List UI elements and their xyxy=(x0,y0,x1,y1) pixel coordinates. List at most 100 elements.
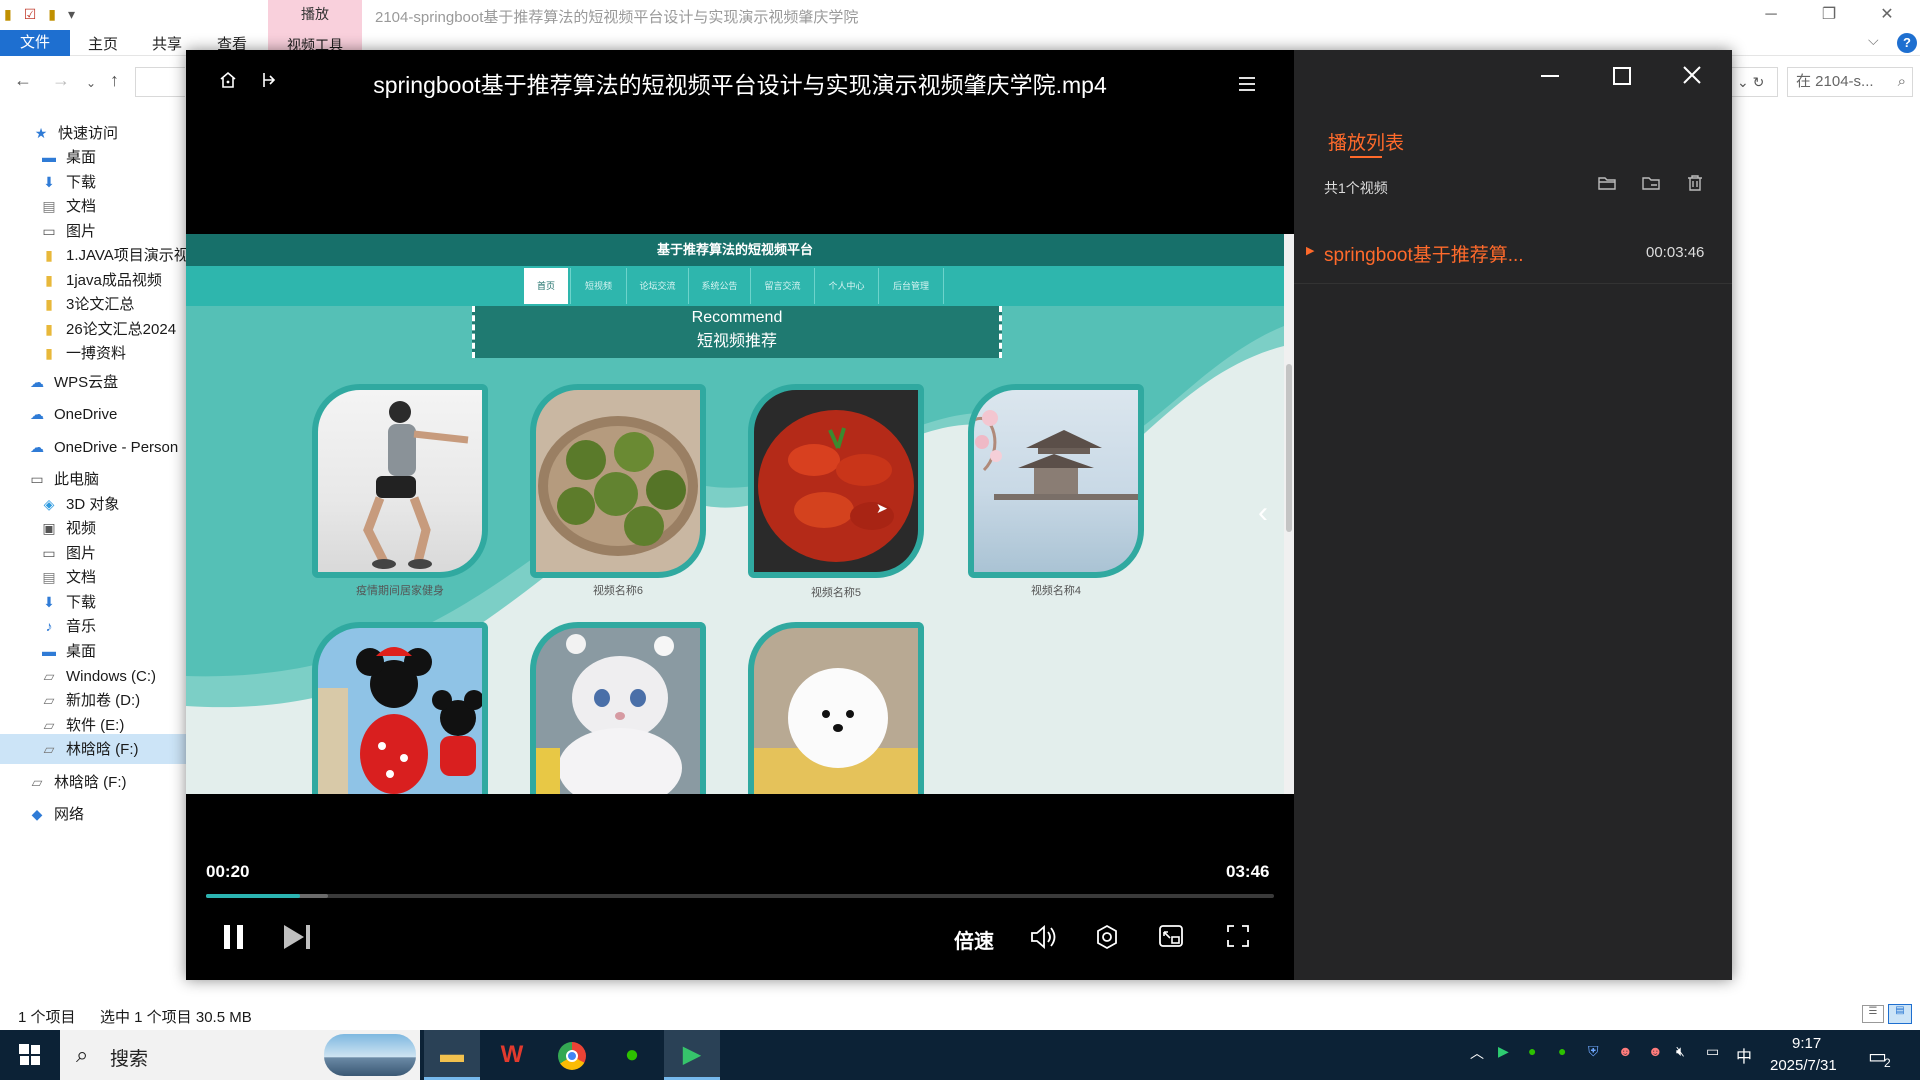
sidebar-item[interactable]: ▮ 一搏资料 xyxy=(0,338,126,368)
clock-date[interactable]: 2025/7/31 xyxy=(1770,1057,1837,1074)
video-card-6[interactable] xyxy=(530,384,706,578)
player-tray-icon[interactable]: ▶ xyxy=(1498,1043,1509,1060)
wechat-tray-icon-2[interactable]: ● xyxy=(1558,1043,1566,1059)
quick-access-toolbar[interactable]: ▮ ☑ ▮ ▾ xyxy=(4,6,75,23)
show-hidden-icons-icon[interactable]: ︿ xyxy=(1470,1043,1484,1063)
qq-tray-icon-2[interactable]: ☻ xyxy=(1648,1043,1663,1059)
picture-in-picture-icon[interactable] xyxy=(1158,924,1184,948)
video-card-cat[interactable] xyxy=(530,622,706,794)
ime-indicator[interactable]: 中 xyxy=(1736,1043,1752,1067)
sidebar-item[interactable]: ☁ WPS云盘 xyxy=(0,367,118,397)
sidebar-item[interactable]: ▱ 林晗晗 (F:) xyxy=(0,767,127,797)
fullscreen-icon[interactable] xyxy=(1226,924,1250,948)
pause-button[interactable] xyxy=(222,924,246,950)
cloud-icon: ☁ xyxy=(30,439,44,455)
windows-start-icon[interactable] xyxy=(0,1030,60,1080)
navigation-pane[interactable]: ★ 快速访问 ▬ 桌面 ⬇ 下载 ▤ 文档 ▭ 图片 ▮ 1.JAVA项目演示视 ▮ 1java成品视频 ▮… xyxy=(0,118,186,1008)
tab-home[interactable]: 主页 xyxy=(88,30,118,56)
player-maximize-button[interactable] xyxy=(1612,66,1632,86)
player-close-button[interactable] xyxy=(1681,64,1703,86)
folder-icon[interactable]: ▮ xyxy=(4,6,12,23)
playlist-title[interactable]: 播放列表 xyxy=(1328,128,1404,155)
checkbox-icon[interactable]: ☑ xyxy=(24,6,37,23)
search-highlight-image[interactable] xyxy=(324,1034,416,1076)
sidebar-item-label: 一搏资料 xyxy=(66,345,127,362)
tab-file[interactable]: 文件 xyxy=(0,30,70,56)
video-card-5[interactable] xyxy=(748,384,924,578)
explorer-restore-button[interactable]: ❐ xyxy=(1806,2,1852,28)
help-icon[interactable]: ? xyxy=(1897,33,1917,53)
security-shield-icon[interactable]: ⛨ xyxy=(1588,1043,1599,1060)
folder-icon[interactable]: ▮ xyxy=(48,6,56,23)
address-bar-controls[interactable]: ⌄ ↻ xyxy=(1728,67,1778,97)
wechat-taskbar-icon[interactable]: ● xyxy=(604,1030,660,1080)
fitness-thumbnail xyxy=(363,401,469,569)
explorer-close-button[interactable]: ✕ xyxy=(1864,2,1910,28)
drive-icon: ▱ xyxy=(43,741,55,757)
details-view-icon[interactable]: ☰ xyxy=(1862,1005,1884,1023)
wechat-tray-icon[interactable]: ● xyxy=(1528,1043,1536,1059)
playback-speed-button[interactable]: 倍速 xyxy=(954,925,994,954)
qq-tray-icon[interactable]: ☻ xyxy=(1618,1043,1633,1059)
add-to-playlist-icon[interactable] xyxy=(1642,175,1660,191)
file-explorer-taskbar-icon[interactable]: ▬ xyxy=(424,1030,480,1080)
address-bar[interactable] xyxy=(135,67,185,97)
settings-gear-icon[interactable] xyxy=(1094,924,1120,950)
video-card-caption[interactable]: 视频名称6 xyxy=(528,582,708,598)
sidebar-item-label: OneDrive xyxy=(54,406,118,423)
video-card-mickey[interactable] xyxy=(312,622,488,794)
video-card-caption[interactable]: 疫情期间居家健身 xyxy=(310,582,490,598)
progress-track[interactable] xyxy=(206,894,1274,898)
explorer-minimize-button[interactable]: ─ xyxy=(1748,2,1794,28)
chevron-down-icon[interactable]: ▾ xyxy=(68,6,75,23)
embedded-page-scroll-thumb[interactable] xyxy=(1286,364,1292,532)
ribbon-expand-icon[interactable]: ⌵ xyxy=(1868,32,1879,49)
ribbon-context-tab-play[interactable]: 播放 xyxy=(268,0,362,30)
start-logo-tl xyxy=(20,1045,29,1054)
playlist-item-name[interactable]: springboot基于推荐算... xyxy=(1324,240,1524,267)
status-item-count: 1 个项目 xyxy=(18,1009,76,1026)
site-nav-tab-home[interactable]: 首页 xyxy=(524,268,568,304)
home-icon[interactable] xyxy=(218,70,238,90)
next-track-button[interactable] xyxy=(282,924,312,950)
video-card-caption[interactable]: 视频名称4 xyxy=(966,582,1146,598)
chrome-taskbar-icon[interactable] xyxy=(544,1030,600,1080)
tab-share[interactable]: 共享 xyxy=(152,30,182,56)
sidebar-item[interactable]: ◆ 网络 xyxy=(0,799,84,829)
sidebar-item[interactable]: ☁ OneDrive - Person xyxy=(0,432,178,462)
clock-time[interactable]: 9:17 xyxy=(1792,1035,1821,1052)
back-arrow-icon[interactable]: ← xyxy=(14,70,32,91)
site-nav-tab-announcements[interactable]: 系统公告 xyxy=(688,268,750,304)
volume-muted-icon[interactable]: 🔇︎ xyxy=(1676,1043,1685,1060)
sidebar-item[interactable]: ☁ OneDrive xyxy=(0,399,117,429)
video-card-dog[interactable] xyxy=(748,622,924,794)
video-card-fitness[interactable] xyxy=(312,384,488,578)
battery-icon[interactable]: ▭ xyxy=(1706,1043,1719,1060)
recent-locations-icon[interactable]: ⌄ xyxy=(86,76,96,90)
site-nav-tab-admin[interactable]: 后台管理 xyxy=(878,268,944,304)
video-card-caption[interactable]: 视频名称5 xyxy=(746,584,926,600)
video-card-4[interactable] xyxy=(968,384,1144,578)
progress-fill[interactable] xyxy=(206,894,300,898)
hamburger-menu-icon[interactable] xyxy=(1238,76,1256,92)
trash-icon[interactable] xyxy=(1687,175,1703,191)
wps-office-taskbar-icon[interactable]: W xyxy=(484,1030,540,1080)
open-folder-icon[interactable] xyxy=(1598,175,1616,191)
player-minimize-button[interactable] xyxy=(1540,66,1560,86)
large-icons-view-icon[interactable]: ▤ xyxy=(1888,1004,1912,1024)
volume-icon[interactable] xyxy=(1030,924,1058,950)
site-nav-tab-forum[interactable]: 论坛交流 xyxy=(626,268,688,304)
site-nav-tab-profile[interactable]: 个人中心 xyxy=(814,268,878,304)
sidebar-item-label: WPS云盘 xyxy=(54,374,119,391)
playing-indicator-icon: ▶ xyxy=(1306,245,1315,257)
pin-icon[interactable] xyxy=(258,70,278,90)
drive-icon: ▱ xyxy=(31,774,43,790)
up-arrow-icon[interactable]: ↑ xyxy=(110,70,119,91)
site-nav-tab-messages[interactable]: 留言交流 xyxy=(750,268,814,304)
site-nav-tab-shortvideo[interactable]: 短视频 xyxy=(570,268,626,304)
search-input[interactable]: 在 2104-s... ⌕ xyxy=(1787,67,1913,97)
forward-arrow-icon[interactable]: → xyxy=(52,70,70,91)
sidebar-item[interactable]: ▱ 林晗晗 (F:) xyxy=(0,734,186,764)
carousel-prev-icon[interactable]: ‹ xyxy=(1258,496,1268,530)
video-player-taskbar-icon[interactable]: ▶ xyxy=(664,1030,720,1080)
